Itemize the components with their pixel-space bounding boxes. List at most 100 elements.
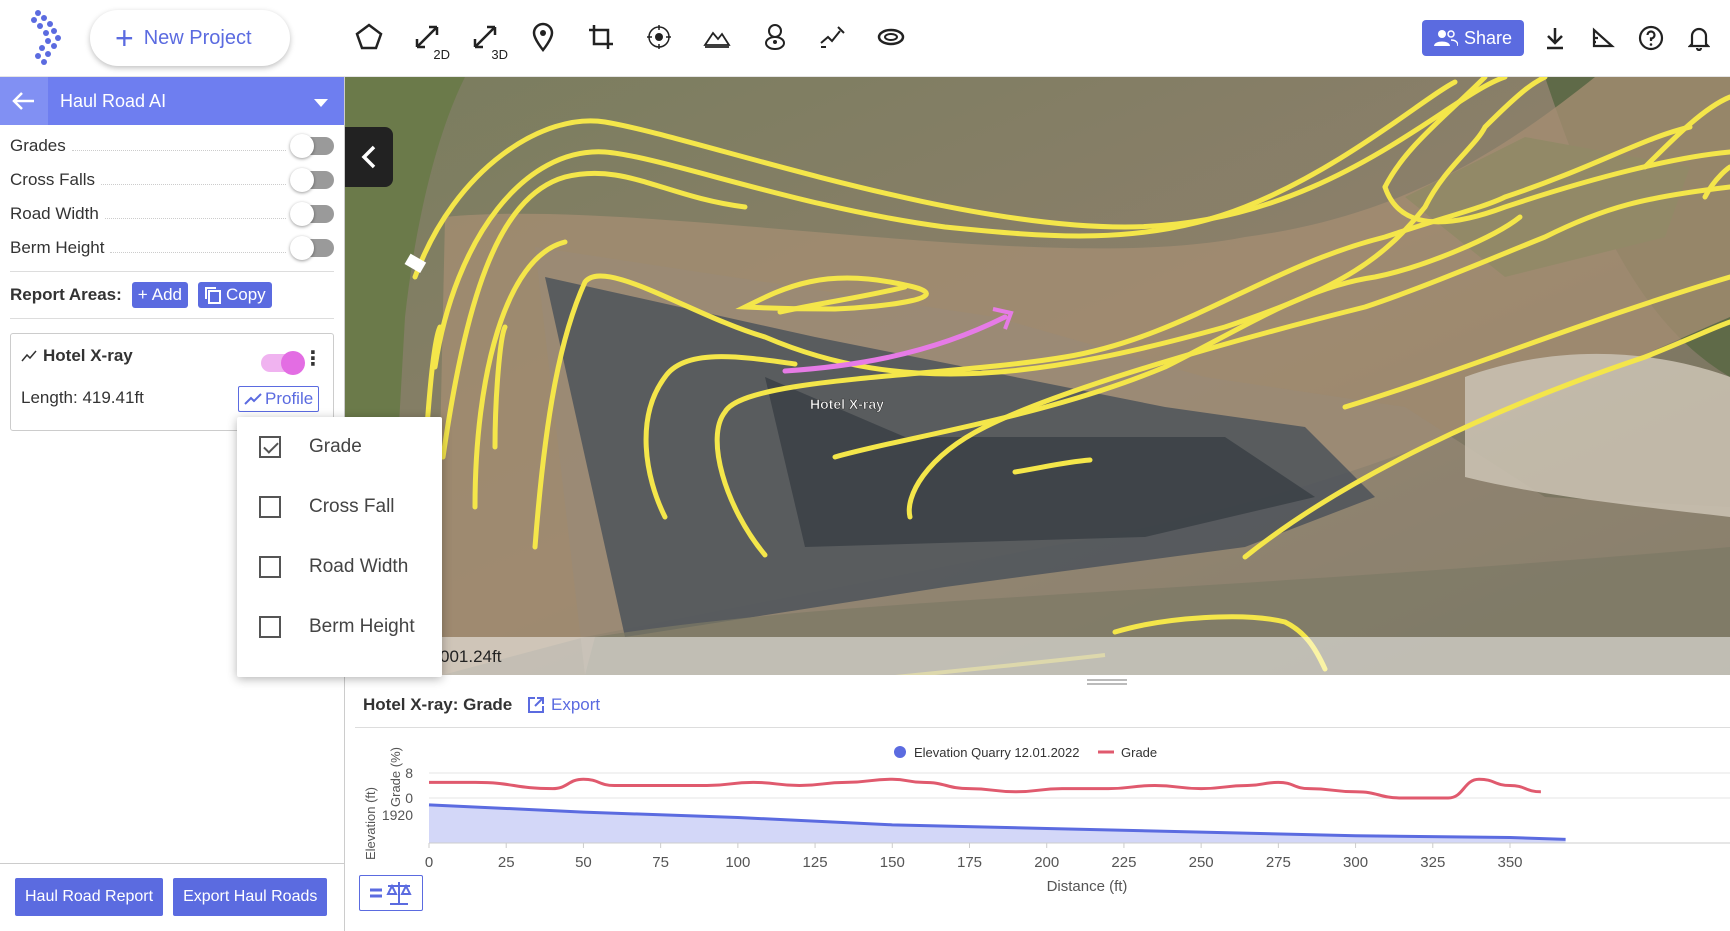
toggle-label: Berm Height: [10, 238, 105, 257]
legend-marker: [894, 746, 906, 758]
profile-chart-panel: Hotel X-ray: Grade Export Elevation Quar…: [345, 675, 1730, 931]
x-tick-label: 25: [498, 854, 515, 871]
card-name: Hotel X-ray: [43, 346, 133, 365]
x-tick-label: 0: [425, 854, 433, 871]
users-icon: [1433, 30, 1458, 47]
layer-header[interactable]: Haul Road AI: [0, 77, 344, 125]
x-tick-label: 250: [1189, 854, 1214, 871]
export-haul-roads-button[interactable]: Export Haul Roads: [173, 878, 328, 916]
ruler-button[interactable]: [1586, 21, 1620, 55]
sidebar-footer: Haul Road Report Export Haul Roads: [0, 863, 345, 931]
toggle-row-berm-height: Berm Height: [0, 231, 344, 265]
scale-toggle-button[interactable]: [359, 875, 423, 911]
x-tick-label: 200: [1034, 854, 1059, 871]
stockpile-icon: [765, 24, 785, 50]
report-areas-label: Report Areas:: [10, 285, 122, 304]
menu-option-road-width[interactable]: Road Width: [237, 537, 442, 597]
route-label: Hotel X-ray: [810, 396, 884, 412]
line-chart-icon: [21, 350, 37, 362]
x-tick-label: 100: [725, 854, 750, 871]
trend-icon: [244, 393, 262, 405]
inspect-button[interactable]: [872, 14, 910, 60]
2d-sub-label: 2D: [433, 47, 450, 62]
x-axis-label: Distance (ft): [1047, 878, 1128, 895]
stockpile-button[interactable]: [756, 14, 794, 60]
copy-icon: [204, 287, 221, 304]
top-toolbar: + New Project 2D 3D Share: [0, 0, 1730, 77]
y-tick-label: 0: [405, 790, 413, 806]
map-view[interactable]: Hotel X-ray: [345, 77, 1730, 675]
collapse-sidebar-button[interactable]: [345, 127, 393, 187]
more-vert-icon[interactable]: ⋮: [303, 346, 323, 371]
x-tick-label: 225: [1111, 854, 1136, 871]
y-axis-label-elevation: Elevation (ft): [363, 787, 378, 860]
new-project-label: New Project: [143, 26, 252, 49]
help-icon: [1638, 25, 1664, 51]
card-length: Length: 419.41ft: [21, 388, 144, 407]
divider: [10, 318, 334, 319]
caret-down-icon[interactable]: [314, 91, 344, 112]
location-pin-button[interactable]: [524, 14, 562, 60]
checkbox-icon[interactable]: [259, 556, 281, 578]
cross-falls-toggle[interactable]: [290, 168, 334, 192]
toggle-label: Road Width: [10, 204, 99, 223]
polygon-tool-button[interactable]: [350, 14, 388, 60]
aerial-map[interactable]: Hotel X-ray: [345, 77, 1730, 675]
target-button[interactable]: [640, 14, 678, 60]
measure-3d-button[interactable]: 3D: [466, 14, 508, 62]
bell-icon: [1688, 27, 1710, 51]
share-button[interactable]: Share: [1421, 20, 1524, 56]
checkbox-icon[interactable]: [259, 496, 281, 518]
right-toolbar: Share: [1421, 20, 1730, 56]
profile-chart[interactable]: Elevation Quarry 12.01.2022 Grade801920El…: [345, 675, 1730, 931]
back-button[interactable]: [0, 77, 48, 125]
card-visibility-toggle[interactable]: [261, 351, 305, 375]
add-area-button[interactable]: + Add: [131, 282, 188, 308]
polygon-icon: [355, 23, 383, 50]
divider: [10, 271, 334, 272]
profile-button[interactable]: Profile: [238, 386, 320, 412]
new-project-button[interactable]: + New Project: [90, 10, 290, 66]
scale-text: 001.24ft: [440, 647, 502, 666]
notifications-button[interactable]: [1682, 21, 1716, 55]
help-button[interactable]: [1634, 21, 1668, 55]
option-label: Grade: [309, 436, 362, 457]
option-label: Berm Height: [309, 616, 415, 637]
grades-toggle[interactable]: [290, 134, 334, 158]
y-tick-label: 8: [405, 765, 413, 781]
inspect-icon: [877, 28, 905, 46]
app-logo[interactable]: [30, 8, 70, 68]
terrain-button[interactable]: [698, 14, 736, 60]
survey-button[interactable]: [814, 14, 852, 60]
legend-label: Elevation Quarry 12.01.2022: [914, 745, 1080, 760]
checkbox-checked-icon[interactable]: [259, 436, 281, 458]
download-button[interactable]: [1538, 21, 1572, 55]
terrain-icon: [703, 31, 731, 48]
berm-height-toggle[interactable]: [290, 236, 334, 260]
plus-icon: +: [137, 285, 148, 304]
y-tick-label: 1920: [382, 807, 413, 823]
card-title: Hotel X-ray: [21, 346, 133, 366]
plus-icon: +: [115, 20, 134, 56]
copy-label: Copy: [225, 285, 266, 304]
report-areas-row: Report Areas: + Add Copy: [0, 278, 344, 312]
menu-option-berm-height[interactable]: Berm Height: [237, 597, 442, 657]
x-tick-label: 275: [1266, 854, 1291, 871]
add-label: Add: [151, 285, 182, 304]
layer-name: Haul Road AI: [60, 90, 167, 111]
toggle-label: Cross Falls: [10, 170, 96, 189]
scale-bar: 001.24ft: [345, 637, 1730, 675]
download-icon: [1547, 28, 1563, 50]
copy-area-button[interactable]: Copy: [197, 282, 272, 308]
survey-icon: [820, 26, 845, 48]
menu-option-grade[interactable]: Grade: [237, 417, 442, 477]
checkbox-icon[interactable]: [259, 616, 281, 638]
menu-option-cross-fall[interactable]: Cross Fall: [237, 477, 442, 537]
measure-2d-button[interactable]: 2D: [408, 14, 450, 62]
haul-road-report-button[interactable]: Haul Road Report: [15, 878, 164, 916]
y-axis-label-grade: Grade (%): [388, 747, 403, 807]
ruler-icon: [1592, 27, 1615, 48]
crop-button[interactable]: [582, 14, 620, 60]
option-label: Road Width: [309, 556, 409, 577]
road-width-toggle[interactable]: [290, 202, 334, 226]
